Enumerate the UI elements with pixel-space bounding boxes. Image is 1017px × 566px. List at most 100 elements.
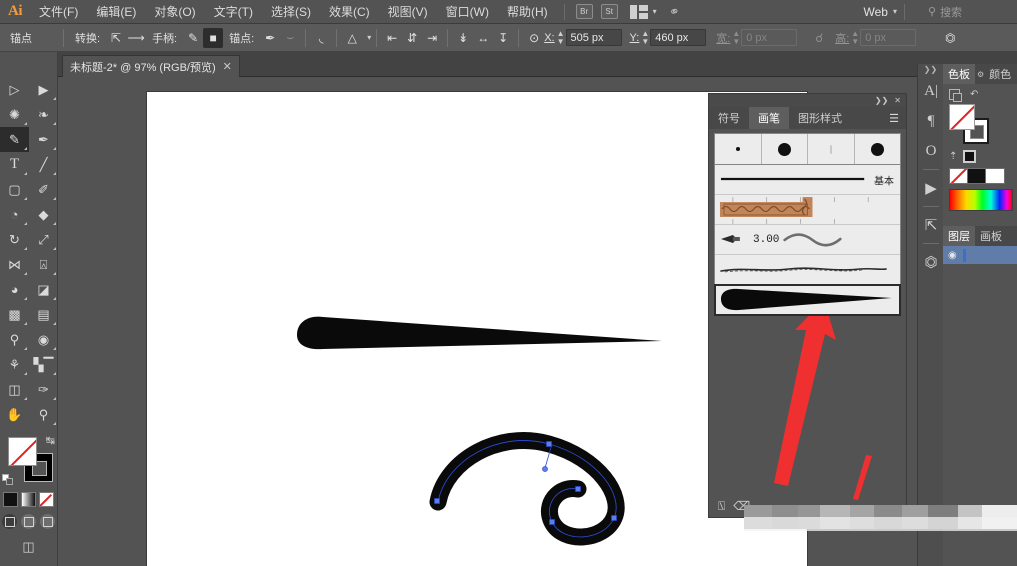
scale-tool[interactable]: ⤢ <box>29 227 58 252</box>
bridge-button[interactable]: Br <box>575 4 593 19</box>
arrange-chevron-down-icon[interactable]: ▾ <box>653 7 657 16</box>
pen-tool[interactable]: ✎ <box>0 127 29 152</box>
screen-mode-icon[interactable]: ◫ <box>0 539 57 555</box>
close-icon[interactable]: ✕ <box>894 96 901 105</box>
direct-selection-tool[interactable]: ▶ <box>29 77 58 102</box>
rectangle-tool[interactable]: ▢ <box>0 177 29 202</box>
shaper-tool[interactable]: ◔ <box>0 202 29 227</box>
asset-export-icon[interactable]: ⇱ <box>918 210 944 240</box>
tab-layers[interactable]: 图层 <box>943 226 975 246</box>
rail-collapse-icon[interactable]: ❯❯ <box>918 64 943 76</box>
collapse-icon[interactable]: ❯❯ <box>875 96 888 105</box>
hand-tool[interactable]: ✋ <box>0 402 29 427</box>
stock-bird-icon[interactable]: ⚭ <box>667 2 682 20</box>
panel-menu-icon[interactable]: ☰ <box>882 107 906 129</box>
paragraph-panel-icon[interactable]: ¶ <box>918 106 944 136</box>
gradient-tool[interactable]: ▤ <box>29 302 58 327</box>
fill-swatch-none[interactable] <box>8 437 37 466</box>
x-stepper[interactable]: ▲ ▼ <box>557 29 565 46</box>
shape-builder-tool[interactable]: ◕ <box>0 277 29 302</box>
video-timeline-icon[interactable]: ▶ <box>918 173 944 203</box>
document-tab[interactable]: 未标题-2* @ 97% (RGB/预览) ✕ <box>62 55 240 77</box>
brush-calligraphic-3[interactable] <box>808 134 855 164</box>
tab-artboards[interactable]: 画板 <box>975 226 1007 246</box>
brush-calligraphic-4[interactable] <box>854 134 900 164</box>
align-center-h-icon[interactable]: ⇵ <box>402 28 422 48</box>
y-stepper[interactable]: ▲ ▼ <box>641 29 649 46</box>
show-handles-icon[interactable]: ✎ <box>183 28 203 48</box>
stroke-color-chip[interactable] <box>963 150 977 163</box>
revert-icon[interactable]: ↶ <box>970 89 978 100</box>
shape-chevron-down-icon[interactable]: ▾ <box>367 33 371 42</box>
workspace-chevron-down-icon[interactable]: ▾ <box>893 7 897 16</box>
brush-bristle-300[interactable]: 3.00 <box>715 225 900 255</box>
panel-fill-swatch-none[interactable] <box>949 104 975 130</box>
type-tool[interactable]: T <box>0 152 29 177</box>
mesh-tool[interactable]: ▩ <box>0 302 29 327</box>
swatch-black[interactable] <box>968 169 986 183</box>
line-segment-tool[interactable]: ╱ <box>29 152 58 177</box>
libraries-menu-icon[interactable]: ⍂ <box>718 499 725 514</box>
perspective-grid-tool[interactable]: ◪ <box>29 277 58 302</box>
gear-icon[interactable]: ⚙ <box>977 70 984 79</box>
selected-curved-path[interactable] <box>429 432 625 546</box>
layer-row[interactable]: ◉ <box>943 246 1017 264</box>
swatch-none[interactable] <box>950 169 968 183</box>
swatch-white[interactable] <box>986 169 1004 183</box>
tab-color[interactable]: 颜色 <box>984 64 1016 84</box>
brush-rope-pattern[interactable] <box>715 195 900 225</box>
menu-edit[interactable]: 编辑(E) <box>87 0 145 24</box>
workspace-switcher[interactable]: Web <box>864 5 888 19</box>
default-fill-stroke-icon[interactable] <box>2 474 14 486</box>
color-spectrum-bar[interactable] <box>949 189 1013 211</box>
shape-dropdown-icon[interactable]: △ <box>342 28 362 48</box>
convert-to-smooth-icon[interactable]: ⟶ <box>126 28 146 48</box>
slice-tool[interactable]: ✑ <box>29 377 58 402</box>
stock-button[interactable]: St <box>600 4 618 19</box>
menu-file[interactable]: 文件(F) <box>30 0 87 24</box>
color-group-icon[interactable] <box>949 89 962 102</box>
draw-inside-icon[interactable] <box>40 514 55 529</box>
x-input[interactable]: 505 px <box>565 29 622 46</box>
align-top-icon[interactable]: ↡ <box>453 28 473 48</box>
artboard-tool[interactable]: ◫ <box>0 377 29 402</box>
menu-window[interactable]: 窗口(W) <box>437 0 498 24</box>
brush-calligraphic-1[interactable] <box>715 134 762 164</box>
artboards-panel-icon[interactable]: ⏣ <box>918 247 944 277</box>
eyedropper-tool[interactable]: ⚲ <box>0 327 29 352</box>
align-center-v-icon[interactable]: ↔ <box>473 28 493 48</box>
align-left-icon[interactable]: ⇤ <box>382 28 402 48</box>
opentype-panel-icon[interactable]: O <box>918 136 944 166</box>
y-input[interactable]: 460 px <box>650 29 707 46</box>
zoom-tool[interactable]: ⚲ <box>29 402 58 427</box>
close-icon[interactable]: ✕ <box>223 60 232 73</box>
eye-icon[interactable]: ◉ <box>948 250 957 261</box>
anchor-display-icon[interactable]: ⏣ <box>940 28 960 48</box>
swap-fill-stroke-icon[interactable]: ↹ <box>46 434 55 447</box>
column-graph-tool[interactable]: ▚▔ <box>29 352 58 377</box>
tab-brushes[interactable]: 画笔 <box>749 107 789 129</box>
width-tool[interactable]: ⋈ <box>0 252 29 277</box>
menu-view[interactable]: 视图(V) <box>379 0 437 24</box>
stroke-arrow-icon[interactable]: ⇡ <box>949 151 957 162</box>
isolate-selection-icon[interactable]: ◟ <box>311 28 331 48</box>
brush-charcoal[interactable] <box>715 255 900 285</box>
draw-normal-icon[interactable] <box>2 514 17 529</box>
tapered-stroke-shape[interactable] <box>297 316 662 350</box>
selection-tool[interactable]: ▷ <box>0 77 29 102</box>
search-input[interactable]: ⚲ 搜索 <box>922 2 1017 22</box>
transform-icon[interactable]: ⊙ <box>524 28 544 48</box>
arrange-documents-icon[interactable] <box>629 4 648 19</box>
brush-basic[interactable]: 基本 <box>715 165 900 195</box>
color-button[interactable] <box>3 492 18 507</box>
menu-effect[interactable]: 效果(C) <box>320 0 379 24</box>
free-transform-tool[interactable]: ⍓ <box>29 252 58 277</box>
tab-graphic-styles[interactable]: 图形样式 <box>789 107 851 129</box>
none-button[interactable] <box>39 492 54 507</box>
magic-wand-tool[interactable]: ✺ <box>0 102 29 127</box>
character-panel-icon[interactable]: A| <box>918 76 944 106</box>
lasso-tool[interactable]: ❧ <box>29 102 58 127</box>
paintbrush-tool[interactable]: ✐ <box>29 177 58 202</box>
tab-symbols[interactable]: 符号 <box>709 107 749 129</box>
menu-type[interactable]: 文字(T) <box>205 0 262 24</box>
